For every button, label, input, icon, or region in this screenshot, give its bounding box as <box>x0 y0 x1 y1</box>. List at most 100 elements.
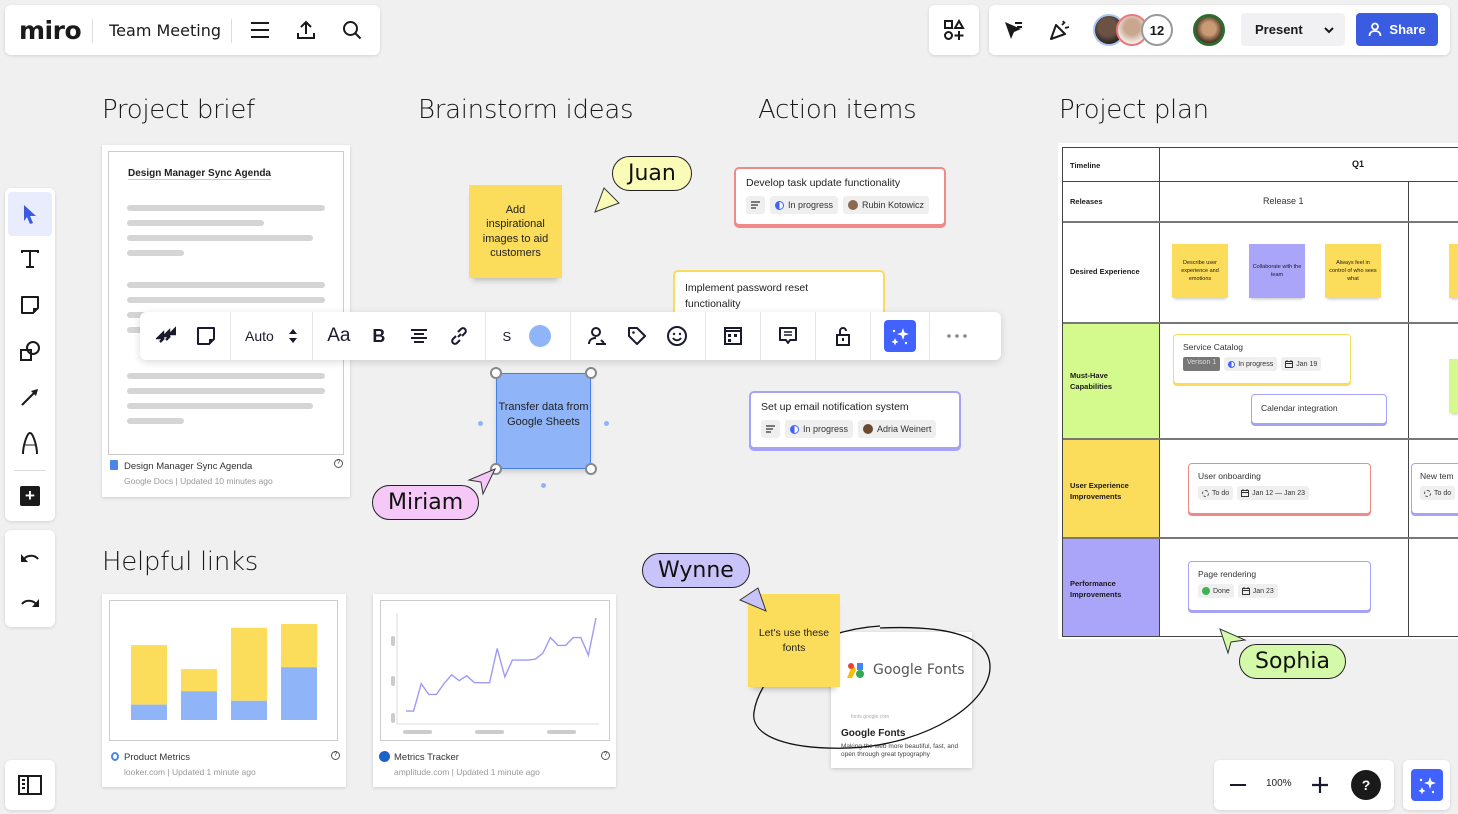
connector-tool[interactable] <box>8 375 52 419</box>
font-family-button[interactable]: Aa <box>319 312 359 360</box>
select-tool[interactable] <box>8 192 52 236</box>
description-icon <box>751 201 760 209</box>
pen-tool[interactable] <box>8 421 52 465</box>
current-user-avatar[interactable] <box>1193 14 1225 46</box>
section-title-action-items: Action items <box>758 95 917 125</box>
sticky-note[interactable] <box>1449 359 1458 413</box>
hamburger-menu-icon[interactable] <box>248 18 272 42</box>
assignee-chip[interactable]: Adria Weinert <box>858 420 937 438</box>
zoom-level[interactable]: 100% <box>1266 778 1292 789</box>
align-button[interactable] <box>399 312 439 360</box>
shapes-plus-button[interactable] <box>929 5 979 55</box>
miro-logo[interactable]: miro <box>19 16 82 45</box>
emoji-icon <box>666 326 687 346</box>
zoom-in-button[interactable] <box>1308 773 1332 797</box>
status-chip[interactable]: In progress <box>770 196 839 214</box>
date-chip[interactable]: Jan 19 <box>1281 357 1322 371</box>
text-tool[interactable] <box>8 237 52 281</box>
task-card-calendar[interactable]: Calendar integration <box>1251 394 1387 424</box>
present-button[interactable]: Present <box>1255 22 1303 37</box>
convert-button[interactable] <box>146 312 186 360</box>
description-chip[interactable] <box>761 420 780 438</box>
shapes-tool[interactable] <box>8 329 52 373</box>
tag-button[interactable] <box>617 312 657 360</box>
ai-assist-button[interactable] <box>871 312 929 360</box>
sticky-type-button[interactable] <box>186 312 226 360</box>
frames-panel-toggle[interactable] <box>5 760 55 810</box>
participant-count[interactable]: 12 <box>1141 14 1173 46</box>
description-chip[interactable] <box>746 196 765 214</box>
share-button[interactable]: Share <box>1356 13 1438 46</box>
task-card[interactable]: Set up email notification system In prog… <box>749 391 961 449</box>
shapes-plus-icon <box>944 19 965 40</box>
ai-assistant-button[interactable] <box>1403 760 1450 810</box>
status-chip[interactable]: In progress <box>1224 357 1278 371</box>
in-progress-icon <box>775 200 784 210</box>
zoom-out-button[interactable] <box>1226 773 1250 797</box>
reaction-button[interactable] <box>657 312 697 360</box>
link-card-metrics-tracker[interactable]: Metrics Tracker ? amplitude.com | Update… <box>373 594 616 787</box>
search-icon[interactable] <box>340 18 364 42</box>
status-chip[interactable]: Done <box>1198 584 1234 598</box>
font-size-select[interactable]: Auto <box>231 312 312 360</box>
help-icon[interactable]: ? <box>334 459 343 468</box>
kanban-button[interactable] <box>706 312 760 360</box>
party-popper-icon[interactable] <box>1047 18 1073 42</box>
help-button[interactable]: ? <box>1351 770 1381 800</box>
sticky-note[interactable] <box>1449 244 1458 298</box>
lock-button[interactable] <box>816 312 870 360</box>
version-tag[interactable]: Verison 1 <box>1183 357 1221 371</box>
description-icon <box>766 425 775 433</box>
task-card-new-template[interactable]: New tem To do <box>1411 463 1458 514</box>
chevron-down-icon[interactable] <box>1321 22 1337 38</box>
help-icon[interactable]: ? <box>601 751 610 760</box>
task-card-onboarding[interactable]: User onboarding To do Jan 12 — Jan 23 <box>1188 463 1371 514</box>
link-button[interactable] <box>439 312 479 360</box>
selected-shape[interactable]: Transfer data from Google Sheets <box>496 373 591 469</box>
connection-dot[interactable] <box>541 483 546 488</box>
arrow-icon <box>21 389 38 406</box>
connection-dot[interactable] <box>604 421 609 426</box>
bar-segment <box>131 704 167 720</box>
comment-button[interactable] <box>761 312 815 360</box>
bold-button[interactable]: B <box>359 312 399 360</box>
resize-handle[interactable] <box>585 463 597 475</box>
sticky-note[interactable]: Always feel in control of who sees what <box>1325 244 1381 298</box>
cursor-filter-icon[interactable] <box>1001 18 1025 42</box>
date-label: Jan 23 <box>1252 587 1274 595</box>
task-card[interactable]: Develop task update functionality In pro… <box>734 167 946 226</box>
status-label: In progress <box>1238 360 1274 368</box>
resize-handle[interactable] <box>585 367 597 379</box>
assignee-avatar <box>848 200 859 210</box>
sticky-note-tool[interactable] <box>8 283 52 327</box>
more-horizontal-icon <box>947 334 967 338</box>
upload-icon[interactable] <box>294 18 318 42</box>
stepper-icon[interactable] <box>288 327 298 345</box>
assignee-chip[interactable]: Rubin Kotowicz <box>843 196 930 214</box>
status-chip[interactable]: To do <box>1198 486 1234 500</box>
task-card-page-rendering[interactable]: Page rendering Done Jan 23 <box>1188 561 1371 611</box>
status-chip[interactable]: To do <box>1420 486 1456 500</box>
board-name[interactable]: Team Meeting <box>109 21 221 40</box>
connection-dot[interactable] <box>478 421 483 426</box>
status-chip[interactable]: In progress <box>785 420 854 438</box>
resize-handle[interactable] <box>490 367 502 379</box>
date-chip[interactable]: Jan 12 — Jan 23 <box>1237 486 1310 500</box>
date-chip[interactable]: Jan 23 <box>1237 584 1278 598</box>
link-card-product-metrics[interactable]: Product Metrics ? looker.com | Updated 1… <box>102 594 346 787</box>
sticky-note[interactable]: Describe user experience and emotions <box>1172 244 1228 298</box>
undo-button[interactable] <box>8 535 52 579</box>
more-options-button[interactable] <box>930 312 984 360</box>
looker-icon <box>111 752 119 761</box>
color-picker-button[interactable] <box>526 312 554 360</box>
sticky-note[interactable]: Add inspirational images to aid customer… <box>469 185 562 278</box>
redo-button[interactable] <box>8 580 52 624</box>
present-button-group: Present <box>1241 13 1345 46</box>
task-card-service-catalog[interactable]: Service Catalog Verison 1 In progress Ja… <box>1173 334 1351 384</box>
help-icon[interactable]: ? <box>331 751 340 760</box>
axis-tick <box>391 676 395 686</box>
assign-button[interactable] <box>577 312 617 360</box>
sticky-size-button[interactable]: S <box>488 312 526 360</box>
add-more-tools-button[interactable]: + <box>20 486 40 506</box>
sticky-note[interactable]: Collaborate with the team <box>1249 244 1305 298</box>
